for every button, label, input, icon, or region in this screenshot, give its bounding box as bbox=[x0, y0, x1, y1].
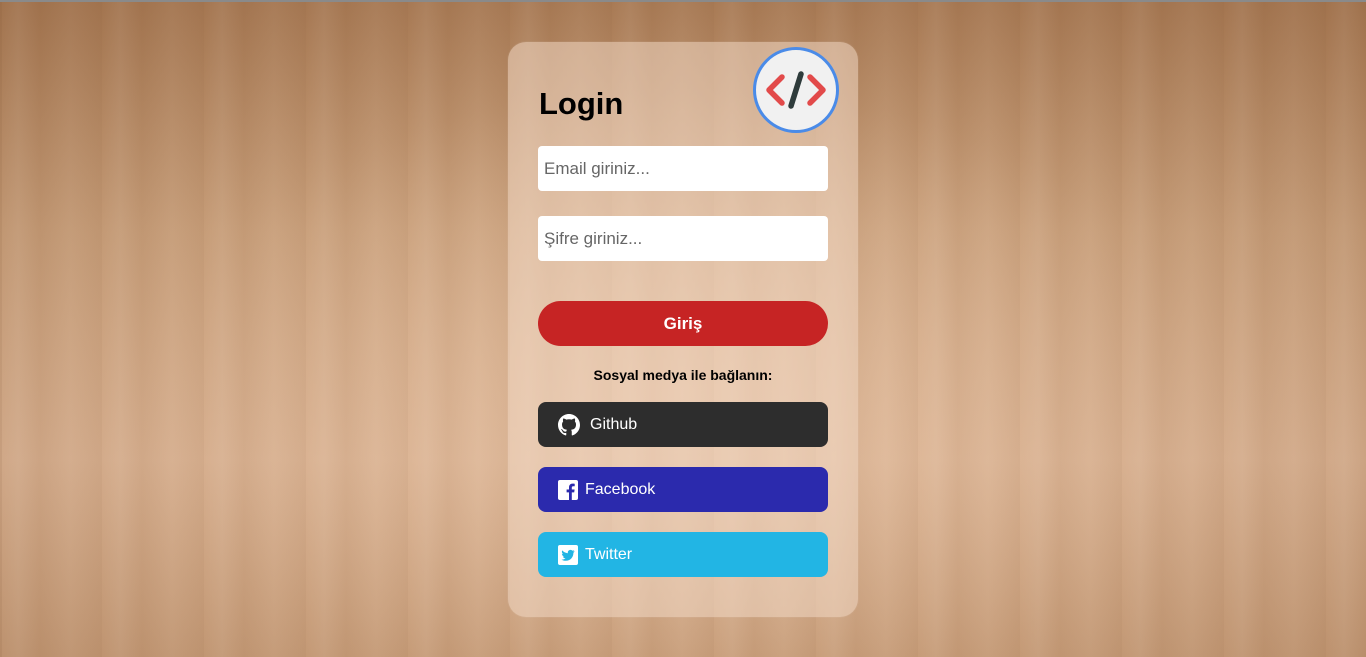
twitter-label: Twitter bbox=[585, 545, 633, 563]
social-prompt: Sosyal medya ile bağlanın: bbox=[593, 367, 773, 383]
github-icon bbox=[558, 413, 580, 436]
email-input[interactable] bbox=[538, 146, 828, 191]
page-title: Login bbox=[539, 86, 624, 121]
github-label: Github bbox=[590, 415, 638, 433]
twitter-login-button[interactable]: Twitter bbox=[538, 532, 828, 577]
code-logo-avatar bbox=[753, 47, 839, 133]
password-input[interactable] bbox=[538, 216, 828, 261]
facebook-icon bbox=[557, 479, 579, 501]
code-brackets-icon bbox=[766, 71, 826, 109]
facebook-login-button[interactable]: Facebook bbox=[538, 467, 828, 512]
facebook-label: Facebook bbox=[585, 480, 656, 498]
login-card: Login Giriş Sosyal medya ile bağlanın: G… bbox=[508, 42, 858, 617]
twitter-icon bbox=[557, 544, 579, 566]
github-login-button[interactable]: Github bbox=[538, 402, 828, 447]
top-border bbox=[0, 0, 1366, 2]
login-button[interactable]: Giriş bbox=[538, 301, 828, 346]
